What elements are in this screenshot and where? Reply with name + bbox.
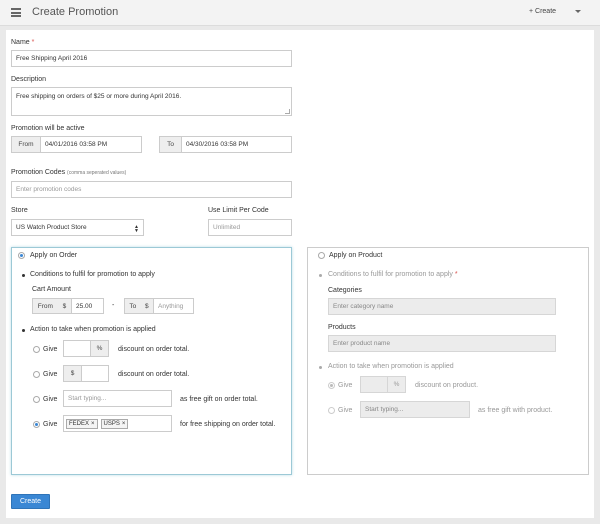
- remove-tag-icon[interactable]: ×: [122, 421, 126, 427]
- shipping-tag: USPS ×: [100, 418, 129, 429]
- codes-label: Promotion Codes (comma seperated values): [11, 169, 127, 176]
- shipping-tag: FEDEX ×: [66, 418, 98, 429]
- cart-amount-label: Cart Amount: [32, 286, 71, 293]
- apply-on-order-radio[interactable]: [18, 252, 25, 259]
- promotion-codes-input[interactable]: Enter promotion codes: [11, 181, 292, 198]
- cart-to-input[interactable]: Anything: [153, 298, 194, 314]
- shipping-tags-input[interactable]: FEDEX × USPS ×: [63, 415, 172, 432]
- description-textarea[interactable]: Free shipping on orders of $25 or more d…: [11, 87, 292, 116]
- name-input[interactable]: Free Shipping April 2016: [11, 50, 292, 67]
- use-limit-input[interactable]: Unlimited: [208, 219, 292, 236]
- page-title: Create Promotion: [32, 6, 119, 18]
- create-menu-button[interactable]: + Create: [529, 8, 556, 15]
- product-give-percent-radio[interactable]: [328, 382, 335, 389]
- percent-discount-text: discount on order total.: [118, 346, 190, 353]
- give-label: Give: [43, 346, 58, 353]
- give-shipping-radio[interactable]: [33, 421, 40, 428]
- cart-from-input[interactable]: 25.00: [71, 298, 104, 314]
- range-dash: -: [112, 302, 115, 309]
- bullet-icon: [319, 274, 322, 277]
- amount-discount-input[interactable]: [81, 365, 109, 382]
- categories-input[interactable]: Enter category name: [328, 298, 556, 315]
- give-label: Give: [43, 421, 58, 428]
- product-conditions-label: Conditions to fulfil for promotion to ap…: [328, 271, 458, 278]
- amount-discount-text: discount on order total.: [118, 371, 190, 378]
- cart-to-addon: To $: [124, 298, 154, 314]
- categories-label: Categories: [328, 287, 362, 294]
- products-input[interactable]: Enter product name: [328, 335, 556, 352]
- product-free-gift-text: as free gift with product.: [478, 407, 553, 414]
- caret-down-icon[interactable]: [575, 10, 581, 13]
- store-select-value: US Watch Product Store: [16, 224, 87, 231]
- product-actions-label: Action to take when promotion is applied: [328, 363, 454, 370]
- product-free-gift-input[interactable]: Start typing...: [360, 401, 470, 418]
- give-percent-radio[interactable]: [33, 346, 40, 353]
- name-label: Name *: [11, 39, 35, 46]
- apply-on-product-label: Apply on Product: [329, 252, 383, 259]
- cart-to-currency: $: [145, 302, 149, 310]
- store-select[interactable]: US Watch Product Store ▲ ▼: [11, 219, 144, 236]
- bullet-icon: [319, 366, 322, 369]
- use-limit-label: Use Limit Per Code: [208, 207, 269, 214]
- free-shipping-text: for free shipping on order total.: [180, 421, 276, 428]
- give-amount-radio[interactable]: [33, 371, 40, 378]
- to-date-input[interactable]: 04/30/2016 03:58 PM: [181, 136, 292, 153]
- description-text: Free shipping on orders of $25 or more d…: [16, 93, 182, 100]
- app-header: Create Promotion + Create: [0, 0, 600, 26]
- cart-from-currency: $: [62, 302, 67, 310]
- apply-on-product-radio[interactable]: [318, 252, 325, 259]
- resize-handle-icon[interactable]: [285, 109, 290, 114]
- give-gift-radio[interactable]: [33, 396, 40, 403]
- give-label: Give: [338, 407, 353, 414]
- to-addon: To: [159, 136, 182, 153]
- from-date-input[interactable]: 04/01/2016 03:58 PM: [40, 136, 142, 153]
- order-conditions-label: Conditions to fulfil for promotion to ap…: [30, 271, 155, 278]
- products-label: Products: [328, 324, 356, 331]
- apply-on-product-panel: Apply on Product Conditions to fulfil fo…: [307, 247, 589, 475]
- from-addon: From: [11, 136, 41, 153]
- give-label: Give: [43, 371, 58, 378]
- description-label: Description: [11, 76, 47, 83]
- cart-to-label: To: [129, 302, 137, 310]
- give-label: Give: [43, 396, 58, 403]
- select-arrows-icon: ▲ ▼: [134, 224, 139, 234]
- form-card: Name * Free Shipping April 2016 Descript…: [6, 30, 594, 518]
- apply-on-order-label: Apply on Order: [30, 252, 78, 259]
- product-percent-input[interactable]: [360, 376, 388, 393]
- dollar-addon: $: [63, 365, 82, 382]
- create-button[interactable]: Create: [11, 494, 50, 509]
- give-label: Give: [338, 382, 353, 389]
- shipping-tag-label: FEDEX: [69, 420, 90, 427]
- product-give-gift-radio[interactable]: [328, 407, 335, 414]
- bullet-icon: [22, 274, 25, 277]
- store-label: Store: [11, 207, 28, 214]
- bullet-icon: [22, 329, 25, 332]
- order-actions-label: Action to take when promotion is applied: [30, 326, 156, 333]
- percent-addon: %: [387, 376, 406, 393]
- shipping-tag-label: USPS: [103, 420, 120, 427]
- cart-from-addon: From $: [32, 298, 72, 314]
- cart-from-label: From: [37, 302, 53, 310]
- free-gift-text: as free gift on order total.: [180, 396, 258, 403]
- free-gift-input[interactable]: Start typing...: [63, 390, 172, 407]
- remove-tag-icon[interactable]: ×: [91, 421, 95, 427]
- apply-on-order-panel: Apply on Order Conditions to fulfil for …: [11, 247, 292, 475]
- percent-discount-input[interactable]: [63, 340, 91, 357]
- hamburger-menu-icon[interactable]: [11, 8, 21, 17]
- active-label: Promotion will be active: [11, 125, 85, 132]
- product-discount-text: discount on product.: [415, 382, 479, 389]
- percent-addon: %: [90, 340, 109, 357]
